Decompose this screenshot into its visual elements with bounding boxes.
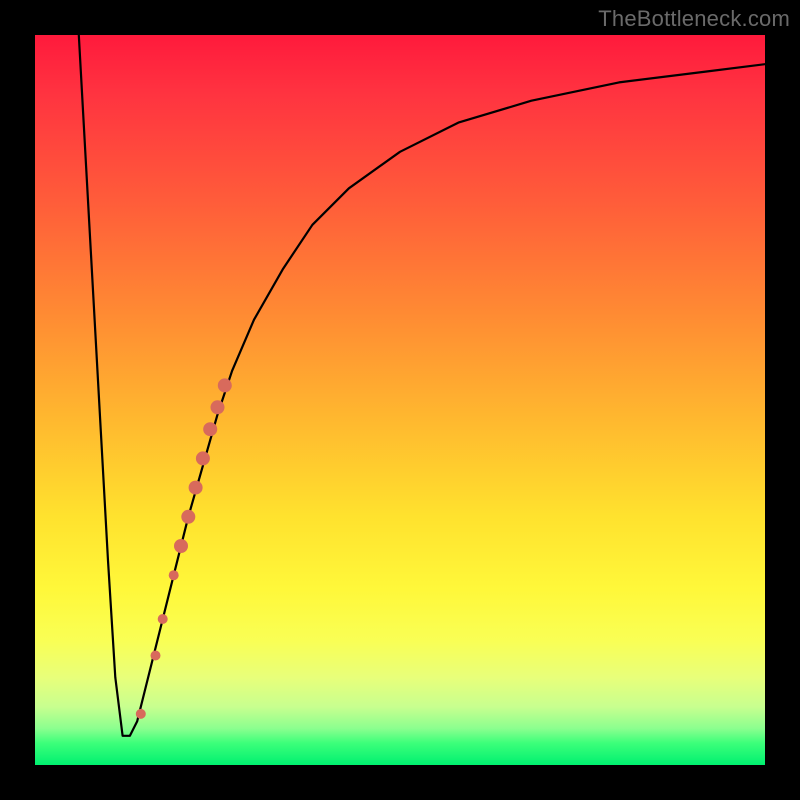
- highlight-point: [203, 422, 217, 436]
- highlight-point: [218, 378, 232, 392]
- highlight-point: [169, 570, 179, 580]
- highlight-point: [211, 400, 225, 414]
- highlight-point: [151, 651, 161, 661]
- highlight-point: [136, 709, 146, 719]
- bottleneck-curve: [79, 35, 765, 736]
- watermark-label: TheBottleneck.com: [598, 6, 790, 32]
- highlight-point: [196, 451, 210, 465]
- highlight-point: [158, 614, 168, 624]
- chart-frame: TheBottleneck.com: [0, 0, 800, 800]
- highlight-point: [174, 539, 188, 553]
- plot-area: [35, 35, 765, 765]
- curve-svg: [35, 35, 765, 765]
- highlight-point: [189, 481, 203, 495]
- highlight-point: [181, 510, 195, 524]
